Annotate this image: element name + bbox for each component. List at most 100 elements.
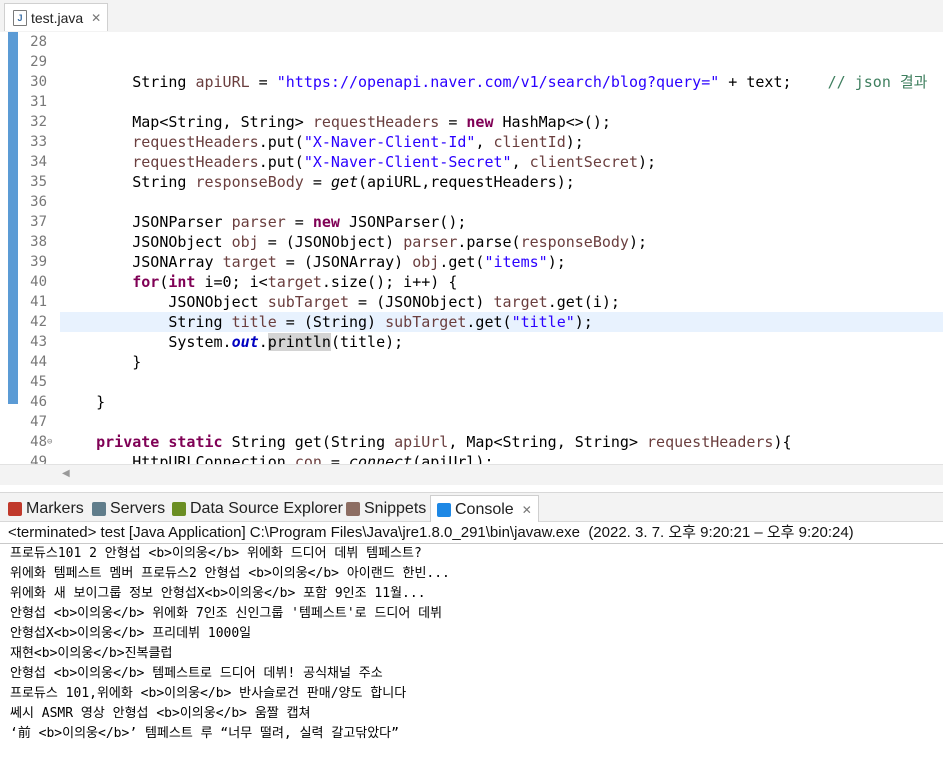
- code-token: println: [267, 333, 331, 351]
- code-token: subTarget: [267, 293, 349, 311]
- code-token: connect: [349, 453, 413, 464]
- code-token: JSONObject: [60, 233, 232, 251]
- code-line[interactable]: 34 requestHeaders.put("X-Naver-Client-Se…: [0, 152, 943, 172]
- code-line[interactable]: 48 ⊖ private static String get(String api…: [0, 432, 943, 452]
- code-token: );: [628, 233, 648, 251]
- console-line: 재현<b>이의웅</b>진복클럽: [10, 646, 173, 661]
- close-icon[interactable]: ✕: [91, 11, 101, 25]
- code-token: .get(i);: [547, 293, 620, 311]
- editor-tab-title: test.java: [31, 9, 84, 26]
- code-token: "X-Naver-Client-Id": [303, 133, 476, 151]
- code-token: Map<String, String>: [60, 113, 313, 131]
- tab-data-source-explorer[interactable]: Data Source Explorer: [172, 497, 343, 521]
- fold-toggle-icon[interactable]: ⊖: [47, 432, 52, 452]
- code-token: (apiURL,requestHeaders);: [358, 173, 575, 191]
- code-line[interactable]: 30 String apiURL = "https://openapi.nave…: [0, 72, 943, 92]
- code-line[interactable]: 41 JSONObject subTarget = (JSONObject) t…: [0, 292, 943, 312]
- code-text: String title = (String) subTarget.get("t…: [60, 312, 943, 332]
- code-token: HttpURLConnection: [60, 453, 295, 464]
- code-line[interactable]: 37 JSONParser parser = new JSONParser();: [0, 212, 943, 232]
- editor-tab-test-java[interactable]: J test.java ✕: [4, 3, 108, 31]
- markers-icon: [8, 502, 22, 516]
- code-token: );: [565, 133, 584, 151]
- code-line[interactable]: 31: [0, 92, 943, 112]
- code-line[interactable]: 47: [0, 412, 943, 432]
- code-token: }: [60, 393, 106, 411]
- line-number: 38: [30, 234, 47, 250]
- code-line[interactable]: 35 String responseBody = get(apiURL,requ…: [0, 172, 943, 192]
- code-token: private static: [60, 433, 223, 451]
- snippets-icon: [346, 502, 360, 516]
- code-line[interactable]: 44 }: [0, 352, 943, 372]
- code-text: }: [60, 352, 943, 372]
- code-token: // json 결과: [827, 73, 928, 91]
- code-line[interactable]: 40 for(int i=0; i<target.size(); i++) {: [0, 272, 943, 292]
- horizontal-scrollbar[interactable]: ◀: [0, 464, 943, 485]
- code-line[interactable]: 33 requestHeaders.put("X-Naver-Client-Id…: [0, 132, 943, 152]
- code-token: obj: [231, 233, 259, 251]
- code-token: , Map<String, String>: [448, 433, 648, 451]
- code-line[interactable]: 42 String title = (String) subTarget.get…: [0, 312, 943, 332]
- code-text: JSONObject obj = (JSONObject) parser.par…: [60, 232, 943, 252]
- line-number: 48: [30, 434, 47, 450]
- console-line: ‘前 <b>이의웅</b>’ 템페스트 루 “너무 떨려, 실력 갈고닦았다”: [10, 726, 399, 741]
- console-status: <terminated> test [Java Application] C:\…: [0, 522, 943, 544]
- code-line[interactable]: 45: [0, 372, 943, 392]
- views-tab-bar: Markers Servers Data Source Explorer Snippe…: [0, 492, 943, 523]
- console-line: 안형섭 <b>이의웅</b> 템페스트로 드디어 데뷔! 공식채널 주소: [10, 666, 383, 681]
- line-number: 33: [30, 134, 47, 150]
- line-number: 37: [30, 214, 47, 230]
- line-number: 43: [30, 334, 47, 350]
- code-lines: 28 29 30 String apiURL = "https://openapi.…: [0, 32, 943, 464]
- code-line[interactable]: 36: [0, 192, 943, 212]
- code-token: = (String): [276, 313, 386, 331]
- tab-markers[interactable]: Markers: [8, 497, 84, 521]
- console-line: 쎄시 ASMR 영상 안형섭 <b>이의웅</b> 움짤 캡쳐: [10, 706, 311, 721]
- code-token: target: [493, 293, 548, 311]
- code-token: JSONParser();: [339, 213, 467, 231]
- code-token: ){: [773, 433, 792, 451]
- code-token: con: [294, 453, 322, 464]
- line-number: 42: [30, 314, 47, 330]
- tab-snippets[interactable]: Snippets: [346, 497, 426, 521]
- line-number: 41: [30, 294, 47, 310]
- code-token: .size(); i++) {: [321, 273, 458, 291]
- code-editor[interactable]: 28 29 30 String apiURL = "https://openapi.…: [0, 32, 943, 464]
- line-number: 34: [30, 154, 47, 170]
- console-output[interactable]: 프로듀스101 2 안형섭 <b>이의웅</b> 위에화 드디어 데뷔 템페스트…: [0, 544, 943, 768]
- code-line[interactable]: 29: [0, 52, 943, 72]
- code-token: JSONParser: [60, 213, 232, 231]
- code-token: =: [439, 113, 467, 131]
- code-line[interactable]: 32 Map<String, String> requestHeaders = …: [0, 112, 943, 132]
- code-token: = (JSONObject): [349, 293, 494, 311]
- code-token: responseBody: [195, 173, 304, 191]
- scroll-left-icon[interactable]: ◀: [62, 468, 70, 479]
- java-file-icon: J: [13, 9, 27, 26]
- code-token: (title);: [330, 333, 404, 351]
- code-line[interactable]: 49 HttpURLConnection con = connect(apiUr…: [0, 452, 943, 464]
- code-token: .get(: [466, 313, 512, 331]
- tab-servers[interactable]: Servers: [92, 497, 165, 521]
- line-number: 47: [30, 414, 47, 430]
- code-token: "items": [484, 253, 548, 271]
- code-token: System.: [60, 333, 232, 351]
- line-number: 40: [30, 274, 47, 290]
- tab-console[interactable]: Console ✕: [430, 495, 539, 523]
- console-line: 안형섭X<b>이의웅</b> 프리데뷔 1000일: [10, 626, 252, 641]
- line-number: 30: [30, 74, 47, 90]
- code-token: new: [312, 213, 340, 231]
- close-icon[interactable]: ✕: [522, 503, 532, 517]
- code-line[interactable]: 43 System.out.println(title);: [0, 332, 943, 352]
- code-token: "X-Naver-Client-Secret": [303, 153, 512, 171]
- code-token: requestHeaders: [60, 133, 259, 151]
- code-line[interactable]: 28: [0, 32, 943, 52]
- code-line[interactable]: 39 JSONArray target = (JSONArray) obj.ge…: [0, 252, 943, 272]
- code-line[interactable]: 46 }: [0, 392, 943, 412]
- code-line[interactable]: 38 JSONObject obj = (JSONObject) parser.…: [0, 232, 943, 252]
- console-icon: [437, 502, 451, 517]
- code-text: String apiURL = "https://openapi.naver.c…: [60, 72, 943, 92]
- code-token: = (JSONArray): [276, 253, 413, 271]
- line-number: 49: [30, 454, 47, 464]
